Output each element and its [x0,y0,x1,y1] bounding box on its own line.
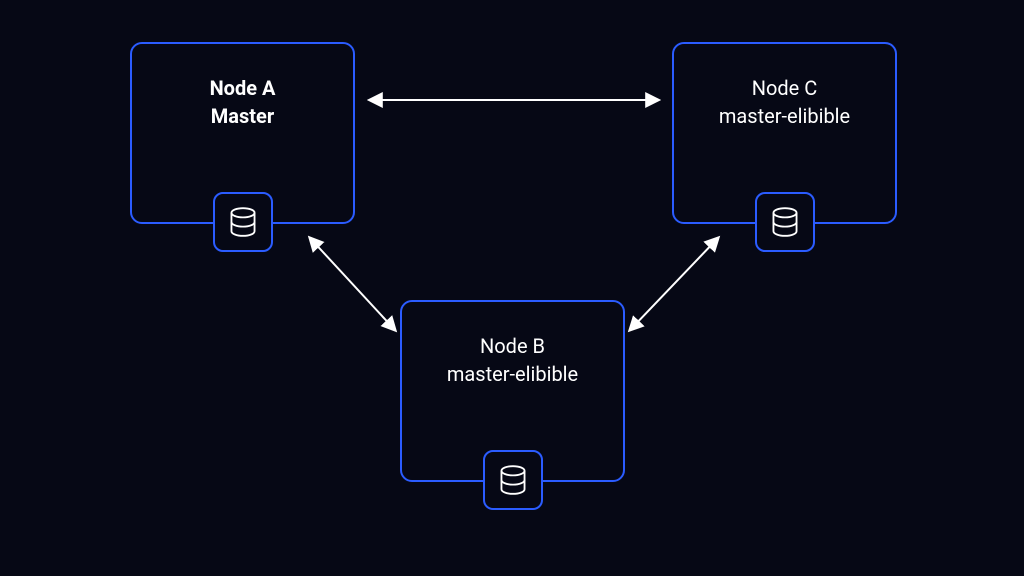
node-a-title: Node A [210,74,276,102]
node-a: Node A Master [130,42,355,224]
node-b-db-badge [483,450,543,510]
node-c-title: Node C [719,74,850,102]
database-icon [229,207,257,237]
node-c-db-badge [755,192,815,252]
database-icon [771,207,799,237]
edge-b-c [630,238,718,330]
edge-a-b [310,238,395,330]
node-b: Node B master-elibible [400,300,625,482]
node-a-role: Master [210,102,276,130]
node-c-role: master-elibible [719,102,850,130]
node-b-title: Node B [447,332,578,360]
node-a-db-badge [213,192,273,252]
node-c: Node C master-elibible [672,42,897,224]
database-icon [499,465,527,495]
node-b-role: master-elibible [447,360,578,388]
